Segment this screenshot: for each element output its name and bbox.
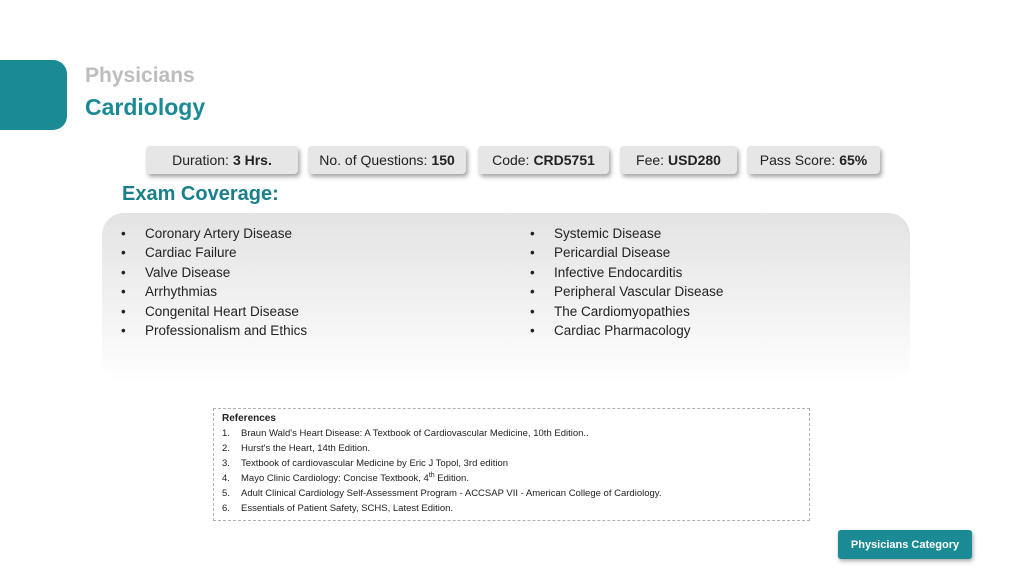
- reference-text: Braun Wald's Heart Disease: A Textbook o…: [241, 428, 589, 439]
- coverage-item-text: Valve Disease: [145, 264, 231, 280]
- coverage-item: • Cardiac Failure: [121, 243, 307, 262]
- coverage-item: • Arrhythmias: [121, 282, 307, 301]
- reference-item: 4. Mayo Clinic Cardiology: Concise Textbo…: [222, 471, 801, 486]
- bullet: •: [530, 303, 535, 319]
- coverage-item: • Coronary Artery Disease: [121, 224, 307, 243]
- coverage-item-text: Cardiac Pharmacology: [554, 322, 691, 338]
- pass-score-pill: Pass Score: 65%: [747, 146, 880, 174]
- fee-pill: Fee: USD280: [620, 146, 737, 174]
- reference-item: 6. Essentials of Patient Safety, SCHS, La…: [222, 501, 801, 516]
- reference-text-after: Edition.: [434, 473, 469, 484]
- coverage-item-text: Arrhythmias: [145, 284, 218, 300]
- coverage-item-text: Infective Endocarditis: [554, 264, 683, 280]
- references-title: References: [222, 413, 276, 424]
- references-box: References 1. Braun Wald's Heart Disease:…: [213, 408, 810, 521]
- coverage-item-text: Professionalism and Ethics: [145, 322, 308, 338]
- questions-label: No. of Questions:: [319, 152, 428, 168]
- duration-pill: Duration: 3 Hrs.: [146, 146, 298, 174]
- bullet: •: [121, 284, 126, 300]
- reference-item: 2. Hurst's the Heart, 14th Edition.: [222, 441, 801, 456]
- coverage-item: • Peripheral Vascular Disease: [530, 282, 723, 301]
- bullet: •: [121, 245, 126, 261]
- references-list: 1. Braun Wald's Heart Disease: A Textbook…: [222, 426, 801, 516]
- pass-score-label: Pass Score:: [759, 152, 836, 168]
- reference-text: Essentials of Patient Safety, SCHS, Late…: [241, 503, 454, 514]
- questions-value: 150: [431, 152, 455, 168]
- fee-value: USD280: [668, 152, 721, 168]
- reference-number: 6.: [222, 503, 230, 514]
- reference-item: 1. Braun Wald's Heart Disease: A Textbook…: [222, 426, 801, 441]
- coverage-item: • Pericardial Disease: [530, 243, 723, 262]
- coverage-item-text: Cardiac Failure: [145, 245, 237, 261]
- bullet: •: [530, 226, 535, 241]
- coverage-item-text: Coronary Artery Disease: [145, 226, 293, 241]
- coverage-item-text: Systemic Disease: [554, 226, 662, 241]
- bullet: •: [530, 245, 535, 261]
- coverage-item: • Valve Disease: [121, 263, 307, 282]
- coverage-item: • Congenital Heart Disease: [121, 302, 307, 321]
- fee-label: Fee:: [636, 152, 665, 168]
- coverage-item: • Professionalism and Ethics: [121, 321, 307, 340]
- bullet: •: [121, 264, 126, 280]
- coverage-item: • Infective Endocarditis: [530, 263, 723, 282]
- reference-text: Textbook of cardiovascular Medicine by E…: [241, 458, 509, 469]
- coverage-item-text: Pericardial Disease: [554, 245, 671, 261]
- reference-number: 2.: [222, 443, 230, 454]
- page-title: Cardiology: [85, 94, 206, 120]
- bullet: •: [530, 264, 535, 280]
- reference-number: 4.: [222, 473, 230, 484]
- code-value: CRD5751: [533, 152, 595, 168]
- bullet: •: [121, 226, 126, 241]
- reference-number: 1.: [222, 428, 230, 439]
- coverage-item: • Cardiac Pharmacology: [530, 321, 723, 340]
- coverage-list-left: • Coronary Artery Disease • Cardiac Failur…: [121, 224, 307, 340]
- coverage-item-text: Congenital Heart Disease: [145, 303, 299, 319]
- reference-number: 5.: [222, 488, 230, 499]
- coverage-item-text: Peripheral Vascular Disease: [554, 284, 724, 300]
- reference-text-before: Mayo Clinic Cardiology: Concise Textbook…: [241, 473, 429, 484]
- coverage-item: • The Cardiomyopathies: [530, 302, 723, 321]
- reference-item: 5. Adult Clinical Cardiology Self-Assessm…: [222, 486, 801, 501]
- bullet: •: [121, 303, 126, 319]
- bullet: •: [121, 322, 126, 338]
- coverage-title: Exam Coverage:: [122, 183, 279, 205]
- code-label: Code:: [492, 152, 530, 168]
- coverage-item-text: The Cardiomyopathies: [554, 303, 690, 319]
- coverage-item: • Systemic Disease: [530, 224, 723, 243]
- page-category: Physicians: [85, 64, 195, 87]
- bullet: •: [530, 322, 535, 338]
- duration-value: 3 Hrs.: [232, 152, 272, 168]
- coverage-list-right: • Systemic Disease • Pericardial Disease •…: [530, 224, 723, 340]
- questions-pill: No. of Questions: 150: [308, 146, 466, 174]
- code-pill: Code: CRD5751: [478, 146, 609, 174]
- pass-score-value: 65%: [839, 152, 868, 168]
- bullet: •: [530, 284, 535, 300]
- reference-number: 3.: [222, 458, 230, 469]
- reference-text: Adult Clinical Cardiology Self-Assessmen…: [241, 488, 662, 499]
- duration-label: Duration:: [172, 152, 229, 168]
- accent-tab: [0, 60, 67, 130]
- physicians-category-button[interactable]: Physicians Category: [838, 530, 972, 559]
- reference-item: 3. Textbook of cardiovascular Medicine by…: [222, 456, 801, 471]
- reference-text: Hurst's the Heart, 14th Edition.: [241, 443, 371, 454]
